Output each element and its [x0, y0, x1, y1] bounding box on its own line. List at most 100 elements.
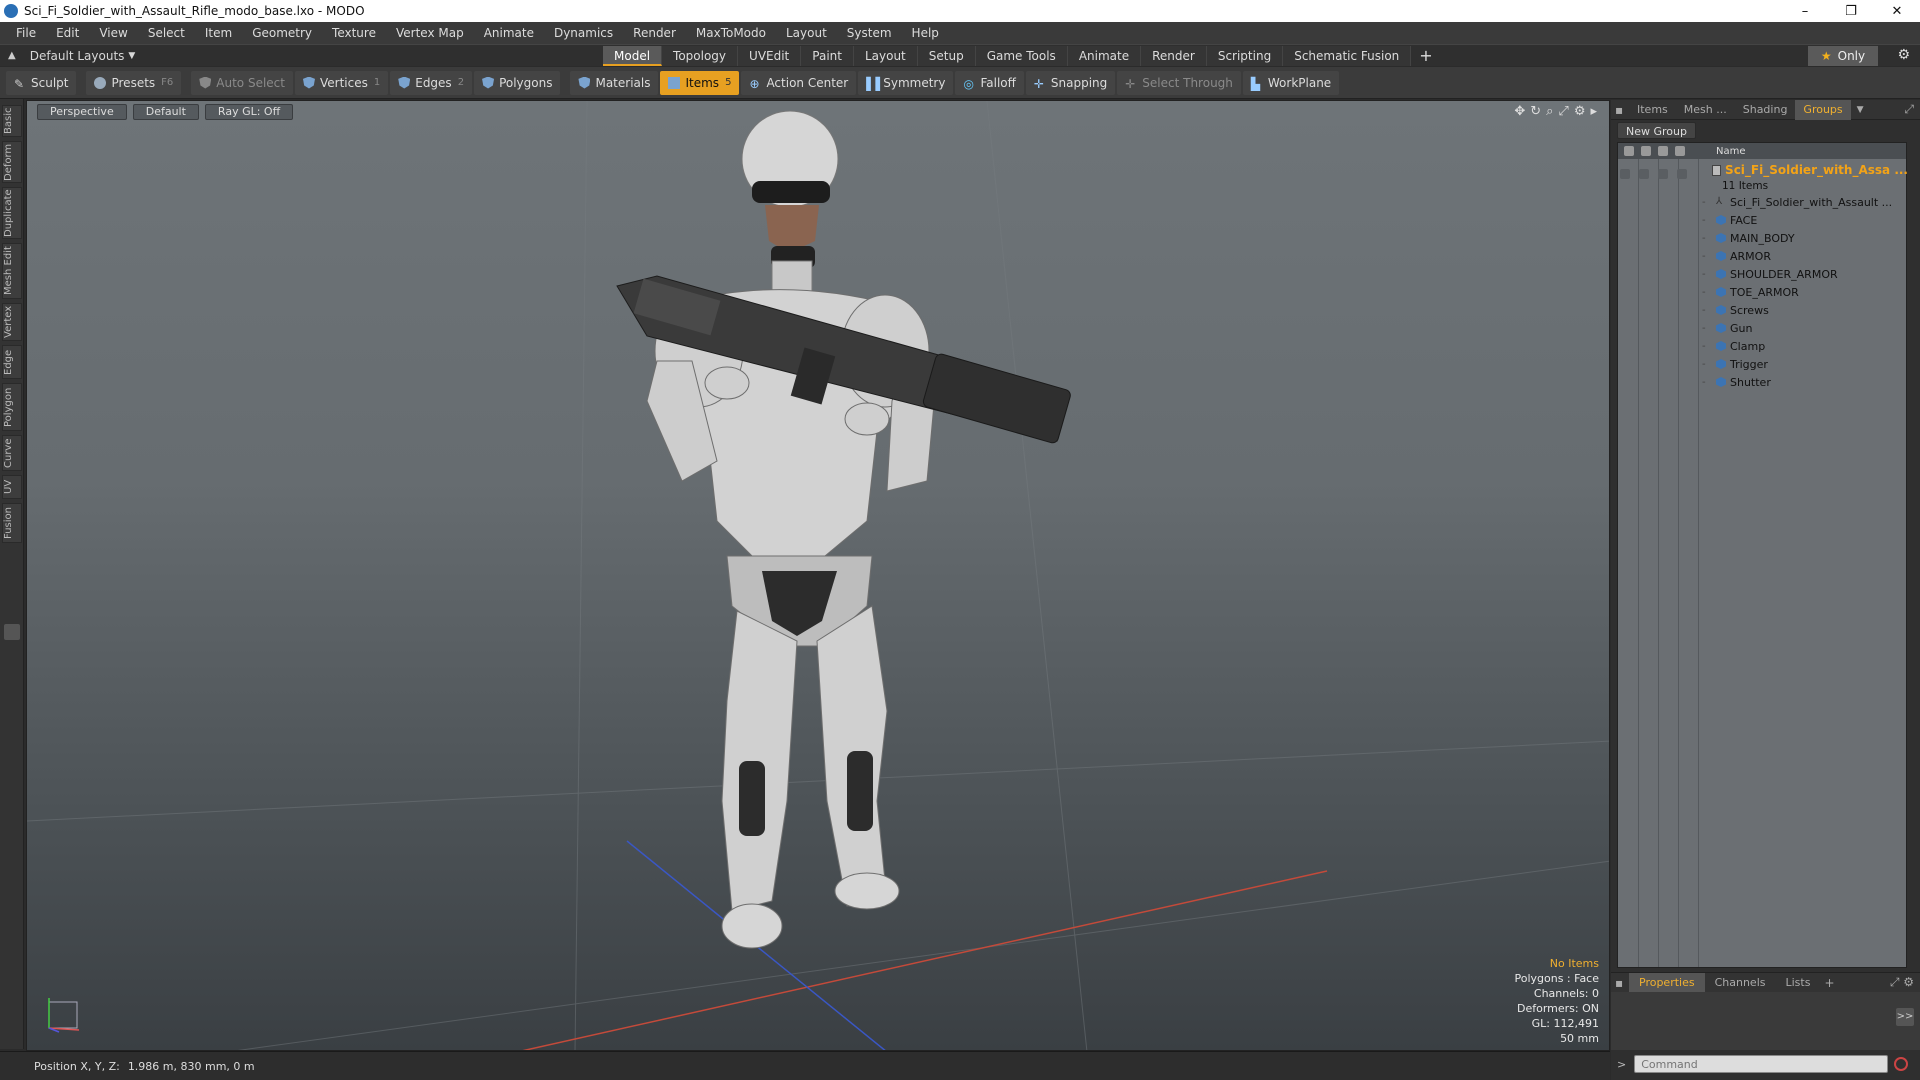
- items-button[interactable]: Items 5: [660, 70, 740, 95]
- view-mode-button[interactable]: Perspective: [37, 104, 127, 120]
- expand-properties-button[interactable]: >>: [1896, 1008, 1914, 1026]
- list-item[interactable]: - TOE_ARMOR: [1702, 283, 1908, 301]
- menu-texture[interactable]: Texture: [322, 26, 386, 40]
- tab-channels[interactable]: Channels: [1705, 973, 1776, 993]
- panel-menu-icon[interactable]: ▪: [1615, 976, 1629, 990]
- record-macro-icon[interactable]: [1894, 1057, 1909, 1071]
- materials-button[interactable]: Materials: [570, 70, 659, 95]
- chevron-down-icon[interactable]: ▼: [1857, 105, 1864, 115]
- 3d-viewport[interactable]: Perspective Default Ray GL: Off ✥ ↻ ⌕ ⤢ …: [26, 100, 1610, 1051]
- panel-menu-icon[interactable]: ▪: [1615, 103, 1629, 117]
- list-item[interactable]: - Screws: [1702, 301, 1908, 319]
- menu-vertex-map[interactable]: Vertex Map: [386, 26, 474, 40]
- eye-icon[interactable]: [1624, 146, 1634, 156]
- select-through-button[interactable]: ✛ Select Through: [1117, 70, 1241, 95]
- rotate-icon[interactable]: ↻: [1530, 104, 1541, 119]
- command-input[interactable]: [1634, 1055, 1889, 1073]
- vtab-fusion[interactable]: Fusion: [2, 503, 22, 543]
- tab-game-tools[interactable]: Game Tools: [975, 45, 1068, 66]
- viewport-expand-icon[interactable]: ▸: [1590, 104, 1597, 119]
- vertices-button[interactable]: Vertices 1: [294, 70, 389, 95]
- name-column-header[interactable]: Name: [1700, 146, 1746, 157]
- menu-system[interactable]: System: [837, 26, 902, 40]
- vtab-edge[interactable]: Edge: [2, 345, 22, 379]
- list-item[interactable]: - MAIN_BODY: [1702, 229, 1908, 247]
- lock-icon[interactable]: [1658, 169, 1668, 179]
- menu-item[interactable]: Item: [195, 26, 242, 40]
- panel-expand-icon[interactable]: ⤢: [1904, 102, 1914, 117]
- pan-icon[interactable]: ✥: [1514, 104, 1525, 119]
- list-item[interactable]: - Gun: [1702, 319, 1908, 337]
- tab-items[interactable]: Items: [1629, 100, 1676, 120]
- select-lock-icon[interactable]: [1677, 169, 1687, 179]
- zoom-icon[interactable]: ⌕: [1546, 104, 1553, 119]
- new-group-button[interactable]: New Group: [1617, 122, 1696, 139]
- tab-setup[interactable]: Setup: [917, 45, 976, 66]
- menu-geometry[interactable]: Geometry: [242, 26, 322, 40]
- tab-scripting[interactable]: Scripting: [1206, 45, 1284, 66]
- layout-up-icon[interactable]: ▲: [8, 50, 16, 61]
- menu-view[interactable]: View: [89, 26, 137, 40]
- tab-mesh[interactable]: Mesh ...: [1676, 100, 1735, 120]
- render-icon[interactable]: [1639, 169, 1649, 179]
- only-button[interactable]: ★ Only: [1808, 46, 1878, 66]
- add-tab-icon[interactable]: +: [1419, 46, 1432, 66]
- auto-select-button[interactable]: Auto Select: [191, 70, 293, 95]
- falloff-button[interactable]: ◎ Falloff: [955, 70, 1024, 95]
- lock-icon[interactable]: [1658, 146, 1668, 156]
- layout-selector[interactable]: ▲ Default Layouts ▼: [0, 49, 200, 63]
- menu-animate[interactable]: Animate: [474, 26, 544, 40]
- tab-uvedit[interactable]: UVEdit: [738, 45, 802, 66]
- add-tab-icon[interactable]: +: [1824, 976, 1834, 990]
- vtab-mesh-edit[interactable]: Mesh Edit: [2, 243, 22, 299]
- list-item[interactable]: - Trigger: [1702, 355, 1908, 373]
- tab-topology[interactable]: Topology: [662, 45, 739, 66]
- minimize-button[interactable]: –: [1782, 0, 1828, 22]
- vtab-duplicate[interactable]: Duplicate: [2, 187, 22, 239]
- menu-maxtomodo[interactable]: MaxToModo: [686, 26, 776, 40]
- tab-lists[interactable]: Lists: [1776, 973, 1821, 993]
- render-icon[interactable]: [1641, 146, 1651, 156]
- close-button[interactable]: ✕: [1874, 0, 1920, 22]
- presets-button[interactable]: Presets F6: [86, 70, 182, 95]
- menu-layout[interactable]: Layout: [776, 26, 837, 40]
- tab-animate[interactable]: Animate: [1067, 45, 1142, 66]
- tab-render[interactable]: Render: [1141, 45, 1207, 66]
- raygl-button[interactable]: Ray GL: Off: [204, 104, 294, 120]
- workplane-button[interactable]: ▙ WorkPlane: [1242, 70, 1340, 95]
- vtab-polygon[interactable]: Polygon: [2, 383, 22, 431]
- menu-help[interactable]: Help: [902, 26, 949, 40]
- tab-schematic-fusion[interactable]: Schematic Fusion: [1283, 45, 1412, 66]
- strip-toggle-button[interactable]: [4, 624, 20, 640]
- viewport-settings-icon[interactable]: ⚙: [1574, 104, 1586, 119]
- action-center-button[interactable]: ⊕ Action Center: [741, 70, 857, 95]
- menu-file[interactable]: File: [6, 26, 46, 40]
- snapping-button[interactable]: ✛ Snapping: [1025, 70, 1116, 95]
- list-item[interactable]: - Clamp: [1702, 337, 1908, 355]
- list-item[interactable]: - FACE: [1702, 211, 1908, 229]
- vtab-vertex[interactable]: Vertex: [2, 303, 22, 341]
- tab-model[interactable]: Model: [603, 45, 663, 66]
- menu-edit[interactable]: Edit: [46, 26, 89, 40]
- tab-paint[interactable]: Paint: [801, 45, 854, 66]
- symmetry-button[interactable]: ▌▌ Symmetry: [858, 70, 954, 95]
- tab-properties[interactable]: Properties: [1629, 972, 1705, 993]
- eye-icon[interactable]: [1620, 169, 1630, 179]
- tab-groups[interactable]: Groups: [1795, 99, 1851, 120]
- edges-button[interactable]: Edges 2: [390, 70, 473, 95]
- select-lock-icon[interactable]: [1675, 146, 1685, 156]
- vtab-curve[interactable]: Curve: [2, 435, 22, 471]
- list-item[interactable]: - ARMOR: [1702, 247, 1908, 265]
- tab-layout[interactable]: Layout: [853, 45, 918, 66]
- fit-icon[interactable]: ⤢: [1558, 104, 1568, 119]
- gear-icon[interactable]: ⚙: [1897, 47, 1910, 63]
- vtab-uv[interactable]: UV: [2, 475, 22, 499]
- list-item[interactable]: - ⅄ Sci_Fi_Soldier_with_Assault ...: [1702, 193, 1908, 211]
- layout-name[interactable]: Default Layouts: [30, 49, 125, 63]
- maximize-button[interactable]: ❐: [1828, 0, 1874, 22]
- tab-shading[interactable]: Shading: [1735, 100, 1796, 120]
- vtab-deform[interactable]: Deform: [2, 141, 22, 183]
- sculpt-button[interactable]: ✎ Sculpt: [6, 70, 77, 95]
- group-row[interactable]: Sci_Fi_Soldier_with_Assa ...: [1702, 161, 1908, 179]
- menu-render[interactable]: Render: [623, 26, 686, 40]
